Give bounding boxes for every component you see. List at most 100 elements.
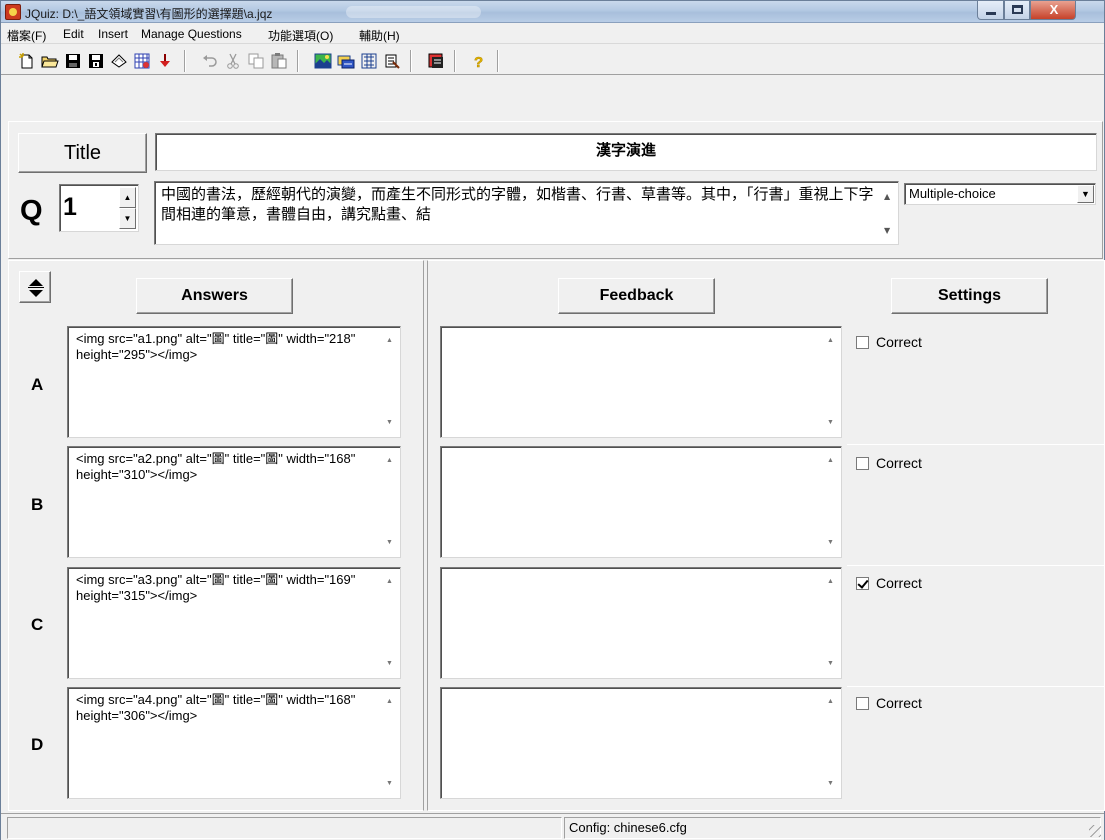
title-bar[interactable]: JQuiz: D:\_語文領域實習\有圖形的選擇題\a.jqz X bbox=[1, 1, 1104, 23]
correct-checkbox-d[interactable]: Correct bbox=[856, 695, 922, 711]
feedback-field[interactable]: ▲ ▼ bbox=[440, 446, 842, 558]
feedback-field[interactable]: ▲ ▼ bbox=[440, 326, 842, 438]
correct-checkbox-c[interactable]: Correct bbox=[856, 575, 922, 591]
toolbar-separator bbox=[184, 50, 186, 72]
maximize-icon bbox=[1012, 5, 1023, 14]
feedback-header-button[interactable]: Feedback bbox=[558, 278, 715, 314]
config-icon[interactable] bbox=[383, 52, 401, 70]
checkbox-icon[interactable] bbox=[856, 457, 869, 470]
feedback-field[interactable]: ▲ ▼ bbox=[440, 687, 842, 799]
maximize-button[interactable] bbox=[1004, 1, 1030, 20]
add-picture-icon[interactable] bbox=[314, 52, 332, 70]
cut-icon[interactable] bbox=[224, 52, 242, 70]
correct-label: Correct bbox=[876, 455, 922, 471]
reorder-button[interactable] bbox=[19, 271, 51, 303]
minimize-button[interactable] bbox=[977, 1, 1004, 20]
add-link-icon[interactable] bbox=[337, 52, 355, 70]
paste-icon[interactable] bbox=[270, 52, 288, 70]
feedback-field[interactable]: ▲ ▼ bbox=[440, 567, 842, 679]
answer-text-field[interactable]: <img src="a2.png" alt="圖" title="圖" widt… bbox=[67, 446, 401, 558]
menu-manage-questions[interactable]: Manage Questions bbox=[141, 27, 242, 41]
answer-text-field[interactable]: <img src="a1.png" alt="圖" title="圖" widt… bbox=[67, 326, 401, 438]
font-icon[interactable] bbox=[427, 52, 445, 70]
title-field[interactable]: 漢字演進 bbox=[155, 133, 1097, 171]
undo-icon[interactable] bbox=[201, 52, 219, 70]
answer-text: <img src="a2.png" alt="圖" title="圖" widt… bbox=[76, 451, 356, 482]
correct-label: Correct bbox=[876, 695, 922, 711]
feedback-scrollbar[interactable]: ▲ ▼ bbox=[826, 451, 838, 553]
question-label: Q bbox=[20, 195, 43, 227]
menu-options[interactable]: 功能選項(O) bbox=[268, 27, 333, 44]
stepper-up-button[interactable]: ▲ bbox=[119, 187, 136, 208]
app-icon[interactable] bbox=[5, 4, 21, 20]
menu-file[interactable]: 檔案(F) bbox=[7, 27, 46, 44]
title-button[interactable]: Title bbox=[18, 133, 147, 173]
question-number-stepper[interactable]: 1 ▲ ▼ bbox=[59, 184, 139, 232]
scroll-down-icon[interactable]: ▼ bbox=[884, 221, 890, 241]
close-button[interactable]: X bbox=[1030, 1, 1076, 20]
answers-header-button[interactable]: Answers bbox=[136, 278, 293, 314]
clear-icon[interactable] bbox=[110, 52, 128, 70]
feedback-scrollbar[interactable]: ▲ ▼ bbox=[826, 331, 838, 433]
question-number[interactable]: 1 bbox=[63, 193, 77, 222]
save-icon[interactable] bbox=[64, 52, 82, 70]
correct-label: Correct bbox=[876, 334, 922, 350]
answer-letter: A bbox=[31, 375, 44, 394]
checkbox-icon[interactable] bbox=[856, 336, 869, 349]
question-scrollbar[interactable]: ▲ ▼ bbox=[882, 184, 896, 242]
answer-scrollbar[interactable]: ▲ ▼ bbox=[385, 451, 397, 553]
question-type-select[interactable]: Multiple-choice ▼ bbox=[904, 183, 1096, 205]
answer-letter: B bbox=[31, 495, 44, 514]
window-title: JQuiz: D:\_語文領域實習\有圖形的選擇題\a.jqz bbox=[25, 7, 273, 21]
answer-scrollbar[interactable]: ▲ ▼ bbox=[385, 572, 397, 674]
scroll-up-icon[interactable]: ▲ bbox=[884, 187, 890, 207]
correct-checkbox-a[interactable]: Correct bbox=[856, 334, 922, 350]
stepper-down-button[interactable]: ▼ bbox=[119, 208, 136, 229]
save-as-icon[interactable] bbox=[87, 52, 105, 70]
question-text-field[interactable]: 中國的書法，歷經朝代的演變，而產生不同形式的字體，如楷書、行書、草書等。其中，「… bbox=[154, 181, 899, 245]
row-divider bbox=[847, 686, 1104, 687]
answer-text: <img src="a3.png" alt="圖" title="圖" widt… bbox=[76, 572, 356, 603]
checkbox-checked-icon[interactable] bbox=[856, 577, 869, 590]
toolbar-separator bbox=[297, 50, 299, 72]
jquiz-window: JQuiz: D:\_語文領域實習\有圖形的選擇題\a.jqz X 檔案(F) … bbox=[0, 0, 1105, 840]
export-icon[interactable] bbox=[156, 52, 174, 70]
copy-icon[interactable] bbox=[247, 52, 265, 70]
stepper-buttons: ▲ ▼ bbox=[119, 187, 136, 229]
answer-scrollbar[interactable]: ▲ ▼ bbox=[385, 331, 397, 433]
close-icon: X bbox=[1049, 2, 1059, 17]
help-icon[interactable]: ? bbox=[469, 52, 487, 70]
answer-text-field[interactable]: <img src="a4.png" alt="圖" title="圖" widt… bbox=[67, 687, 401, 799]
new-file-icon[interactable] bbox=[18, 52, 36, 70]
feedback-scrollbar[interactable]: ▲ ▼ bbox=[826, 692, 838, 794]
status-cell-left bbox=[7, 817, 562, 839]
answer-text: <img src="a1.png" alt="圖" title="圖" widt… bbox=[76, 331, 356, 362]
checkbox-icon[interactable] bbox=[856, 697, 869, 710]
answer-scrollbar[interactable]: ▲ ▼ bbox=[385, 692, 397, 794]
resize-grip-icon[interactable] bbox=[1089, 825, 1101, 837]
answer-text: <img src="a4.png" alt="圖" title="圖" widt… bbox=[76, 692, 356, 723]
menu-help[interactable]: 輔助(H) bbox=[359, 27, 400, 44]
question-text: 中國的書法，歷經朝代的演變，而產生不同形式的字體，如楷書、行書、草書等。其中，「… bbox=[161, 185, 874, 223]
answer-letter: C bbox=[31, 615, 44, 634]
menu-bar: 檔案(F) Edit Insert Manage Questions 功能選項(… bbox=[1, 24, 1104, 44]
feedback-scrollbar[interactable]: ▲ ▼ bbox=[826, 572, 838, 674]
menu-edit[interactable]: Edit bbox=[63, 27, 84, 41]
answer-text-field[interactable]: <img src="a3.png" alt="圖" title="圖" widt… bbox=[67, 567, 401, 679]
correct-checkbox-b[interactable]: Correct bbox=[856, 455, 922, 471]
chevron-down-icon[interactable]: ▼ bbox=[1077, 185, 1094, 203]
insert-icon[interactable] bbox=[360, 52, 378, 70]
toolbar-separator bbox=[497, 50, 499, 72]
title-glare bbox=[346, 6, 481, 18]
settings-header-button[interactable]: Settings bbox=[891, 278, 1048, 314]
status-config: Config: chinese6.cfg bbox=[564, 817, 1101, 839]
web-page-icon[interactable] bbox=[133, 52, 151, 70]
row-divider bbox=[847, 565, 1104, 566]
toolbar-separator bbox=[454, 50, 456, 72]
open-folder-icon[interactable] bbox=[41, 52, 59, 70]
svg-text:?: ? bbox=[474, 54, 483, 70]
toolbar: ? bbox=[1, 45, 1104, 75]
up-down-arrows-icon bbox=[28, 279, 44, 297]
menu-insert[interactable]: Insert bbox=[98, 27, 128, 41]
question-type-value: Multiple-choice bbox=[909, 186, 996, 201]
